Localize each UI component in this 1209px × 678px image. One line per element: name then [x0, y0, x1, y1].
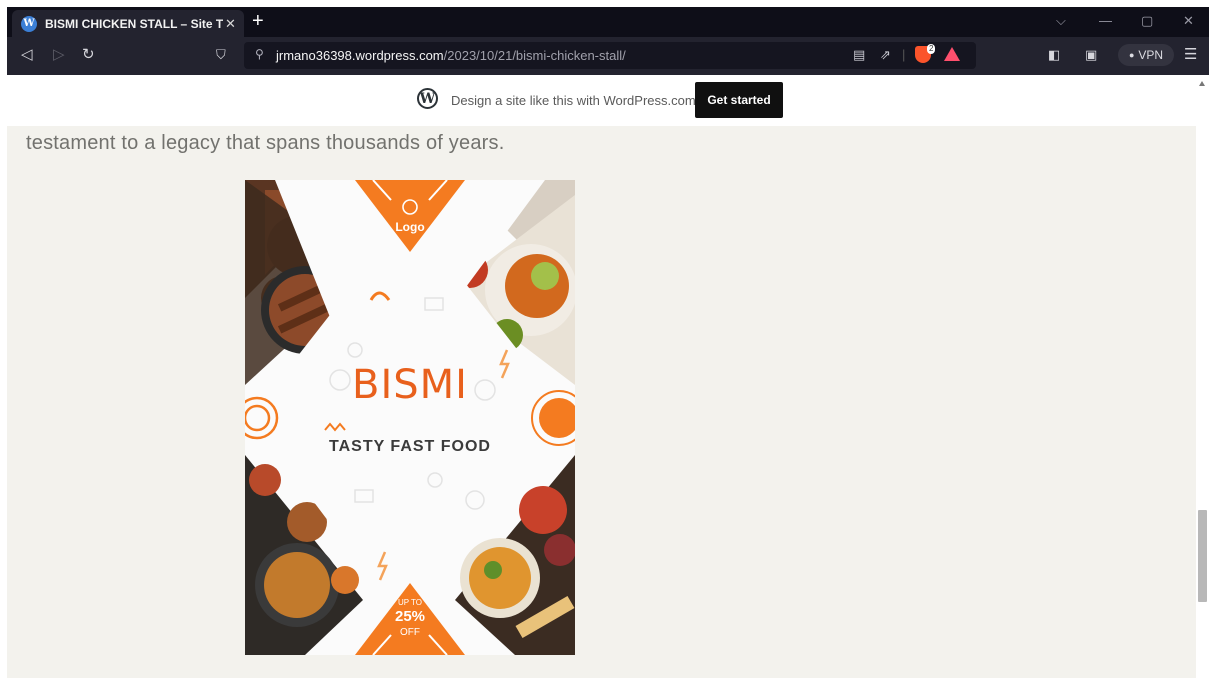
poster-tagline: TASTY FAST FOOD: [329, 438, 491, 455]
site-settings-icon[interactable]: ⚲: [255, 47, 264, 61]
share-icon[interactable]: ⇗: [880, 47, 891, 63]
wallet-icon[interactable]: ▣: [1085, 46, 1097, 64]
browser-window: W BISMI CHICKEN STALL – Site Title ✕ + ⌵…: [7, 7, 1209, 678]
restore-icon[interactable]: ▢: [1141, 13, 1153, 29]
reader-mode-icon[interactable]: ▤: [853, 47, 865, 63]
promo-percent: 25%: [394, 608, 426, 625]
tab-close-icon[interactable]: ✕: [225, 16, 236, 32]
promo-off: OFF: [400, 627, 420, 638]
poster-image[interactable]: Logo BISMI TASTY FAST FOOD UP TO 25% OFF: [245, 180, 575, 655]
shields-count-badge: 2: [927, 44, 936, 54]
reload-icon[interactable]: ↻: [82, 46, 95, 64]
sidebar-toggle-icon[interactable]: ◧: [1048, 46, 1060, 64]
wordpress-favicon-icon: W: [21, 15, 37, 32]
page-scrollbar[interactable]: [1196, 75, 1209, 678]
minimize-icon[interactable]: —: [1099, 13, 1112, 28]
tab-search-chevron-down-icon[interactable]: ⌵: [1056, 13, 1066, 29]
poster-logo-text: Logo: [395, 220, 425, 234]
poster-artwork: [245, 180, 575, 655]
navigation-bar: ◁ ▷ ↻ ⛉ ⚲ jrmano36398.wordpress.com/2023…: [7, 37, 1209, 75]
vpn-button[interactable]: ● VPN: [1118, 44, 1174, 66]
back-icon[interactable]: ◁: [21, 46, 33, 64]
promo-upto: UP TO: [397, 598, 422, 607]
wordpress-banner-text[interactable]: Design a site like this with WordPress.c…: [451, 93, 696, 108]
new-tab-icon[interactable]: +: [252, 10, 264, 32]
scroll-up-icon[interactable]: [1199, 81, 1205, 86]
wordpress-banner: W Design a site like this with WordPress…: [7, 75, 1196, 127]
vpn-shield-icon: ●: [1128, 50, 1135, 60]
page-content: testament to a legacy that spans thousan…: [7, 126, 1196, 678]
url-text[interactable]: jrmano36398.wordpress.com/2023/10/21/bis…: [276, 48, 626, 63]
poster-brand: BISMI: [352, 362, 468, 408]
get-started-button[interactable]: Get started: [695, 82, 783, 118]
vpn-label: VPN: [1138, 48, 1164, 62]
wordpress-logo-icon[interactable]: W: [417, 88, 438, 109]
browser-tab[interactable]: W BISMI CHICKEN STALL – Site Title ✕: [12, 10, 244, 37]
article-paragraph: testament to a legacy that spans thousan…: [26, 132, 505, 154]
scrollbar-thumb[interactable]: [1198, 510, 1207, 602]
address-bar[interactable]: ⚲ jrmano36398.wordpress.com/2023/10/21/b…: [244, 42, 976, 69]
divider: |: [902, 47, 906, 62]
brave-rewards-icon[interactable]: [944, 47, 960, 61]
tab-title: BISMI CHICKEN STALL – Site Title: [45, 16, 223, 31]
bookmark-icon[interactable]: ⛉: [216, 46, 226, 64]
forward-icon[interactable]: ▷: [53, 46, 65, 64]
window-close-icon[interactable]: ✕: [1183, 13, 1194, 29]
tab-strip: W BISMI CHICKEN STALL – Site Title ✕ + ⌵…: [7, 7, 1209, 37]
menu-icon[interactable]: ☰: [1184, 46, 1197, 64]
